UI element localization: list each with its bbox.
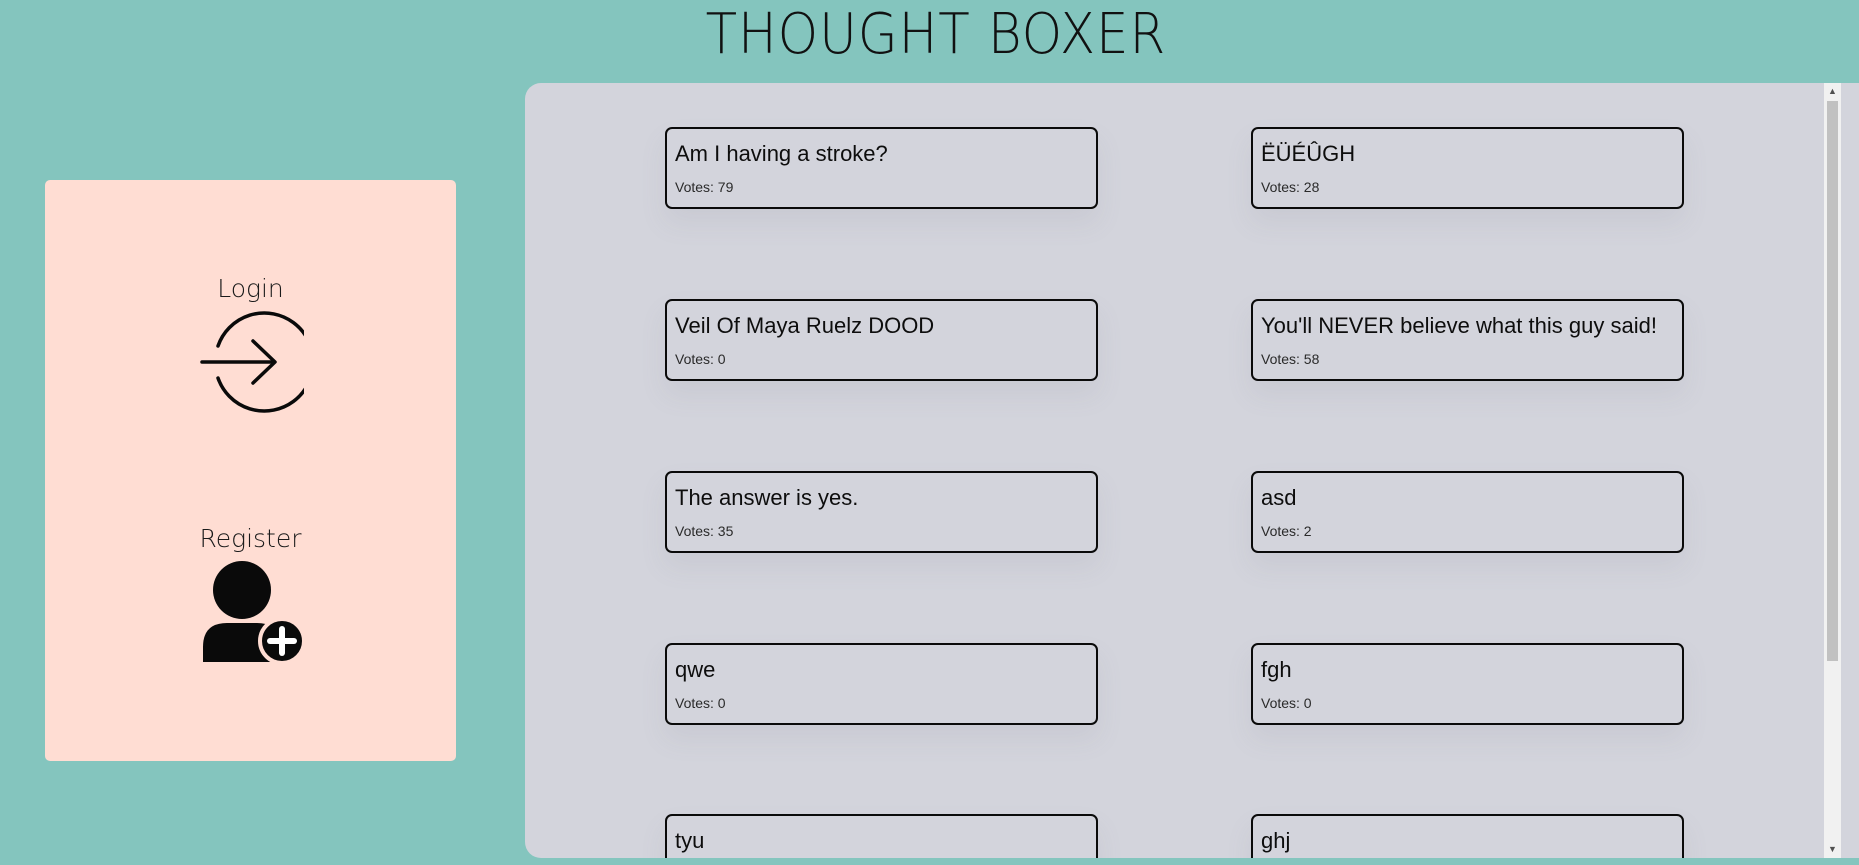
post-card[interactable]: qwe Votes: 0 [665,643,1098,725]
post-title: You'll NEVER believe what this guy said! [1261,313,1657,338]
add-user-icon [202,561,306,665]
post-title: Am I having a stroke? [675,141,888,166]
post-title: ËÜÉÛGH [1261,141,1356,166]
post-card[interactable]: The answer is yes. Votes: 35 [665,471,1098,553]
post-votes: Votes: 0 [675,351,726,367]
login-label: Login [217,274,284,303]
post-card[interactable]: fgh Votes: 0 [1251,643,1684,725]
login-button[interactable]: Login [45,273,456,415]
post-card[interactable]: tyu [665,814,1098,858]
post-title: qwe [675,657,716,682]
login-arrow-icon [199,311,304,413]
post-title: ghj [1261,828,1291,853]
post-title: asd [1261,485,1297,510]
post-card[interactable]: ËÜÉÛGH Votes: 28 [1251,127,1684,209]
scroll-thumb[interactable] [1827,101,1838,661]
post-title: tyu [675,828,705,853]
register-label: Register [199,524,302,553]
post-title: The answer is yes. [675,485,859,510]
post-votes: Votes: 0 [675,695,726,711]
post-votes: Votes: 28 [1261,179,1320,195]
scroll-up-arrow-icon[interactable]: ▲ [1824,83,1841,100]
post-title: Veil Of Maya Ruelz DOOD [675,313,935,338]
auth-panel: Login Register [45,180,456,761]
feed-scrollbar[interactable]: ▲ ▼ [1824,83,1841,858]
app-title: THOUGHT BOXER [705,2,1167,67]
post-votes: Votes: 2 [1261,523,1312,539]
thought-feed: Am I having a stroke? Votes: 79 ËÜÉÛGH V… [525,83,1859,858]
post-card[interactable]: Veil Of Maya Ruelz DOOD Votes: 0 [665,299,1098,381]
register-button[interactable]: Register [45,523,456,665]
post-card[interactable]: You'll NEVER believe what this guy said!… [1251,299,1684,381]
post-title: fgh [1261,657,1292,682]
post-card[interactable]: ghj [1251,814,1684,858]
post-card[interactable]: asd Votes: 2 [1251,471,1684,553]
scroll-down-arrow-icon[interactable]: ▼ [1824,841,1841,858]
post-card[interactable]: Am I having a stroke? Votes: 79 [665,127,1098,209]
post-votes: Votes: 79 [675,179,734,195]
post-votes: Votes: 58 [1261,351,1320,367]
post-votes: Votes: 0 [1261,695,1312,711]
post-votes: Votes: 35 [675,523,734,539]
